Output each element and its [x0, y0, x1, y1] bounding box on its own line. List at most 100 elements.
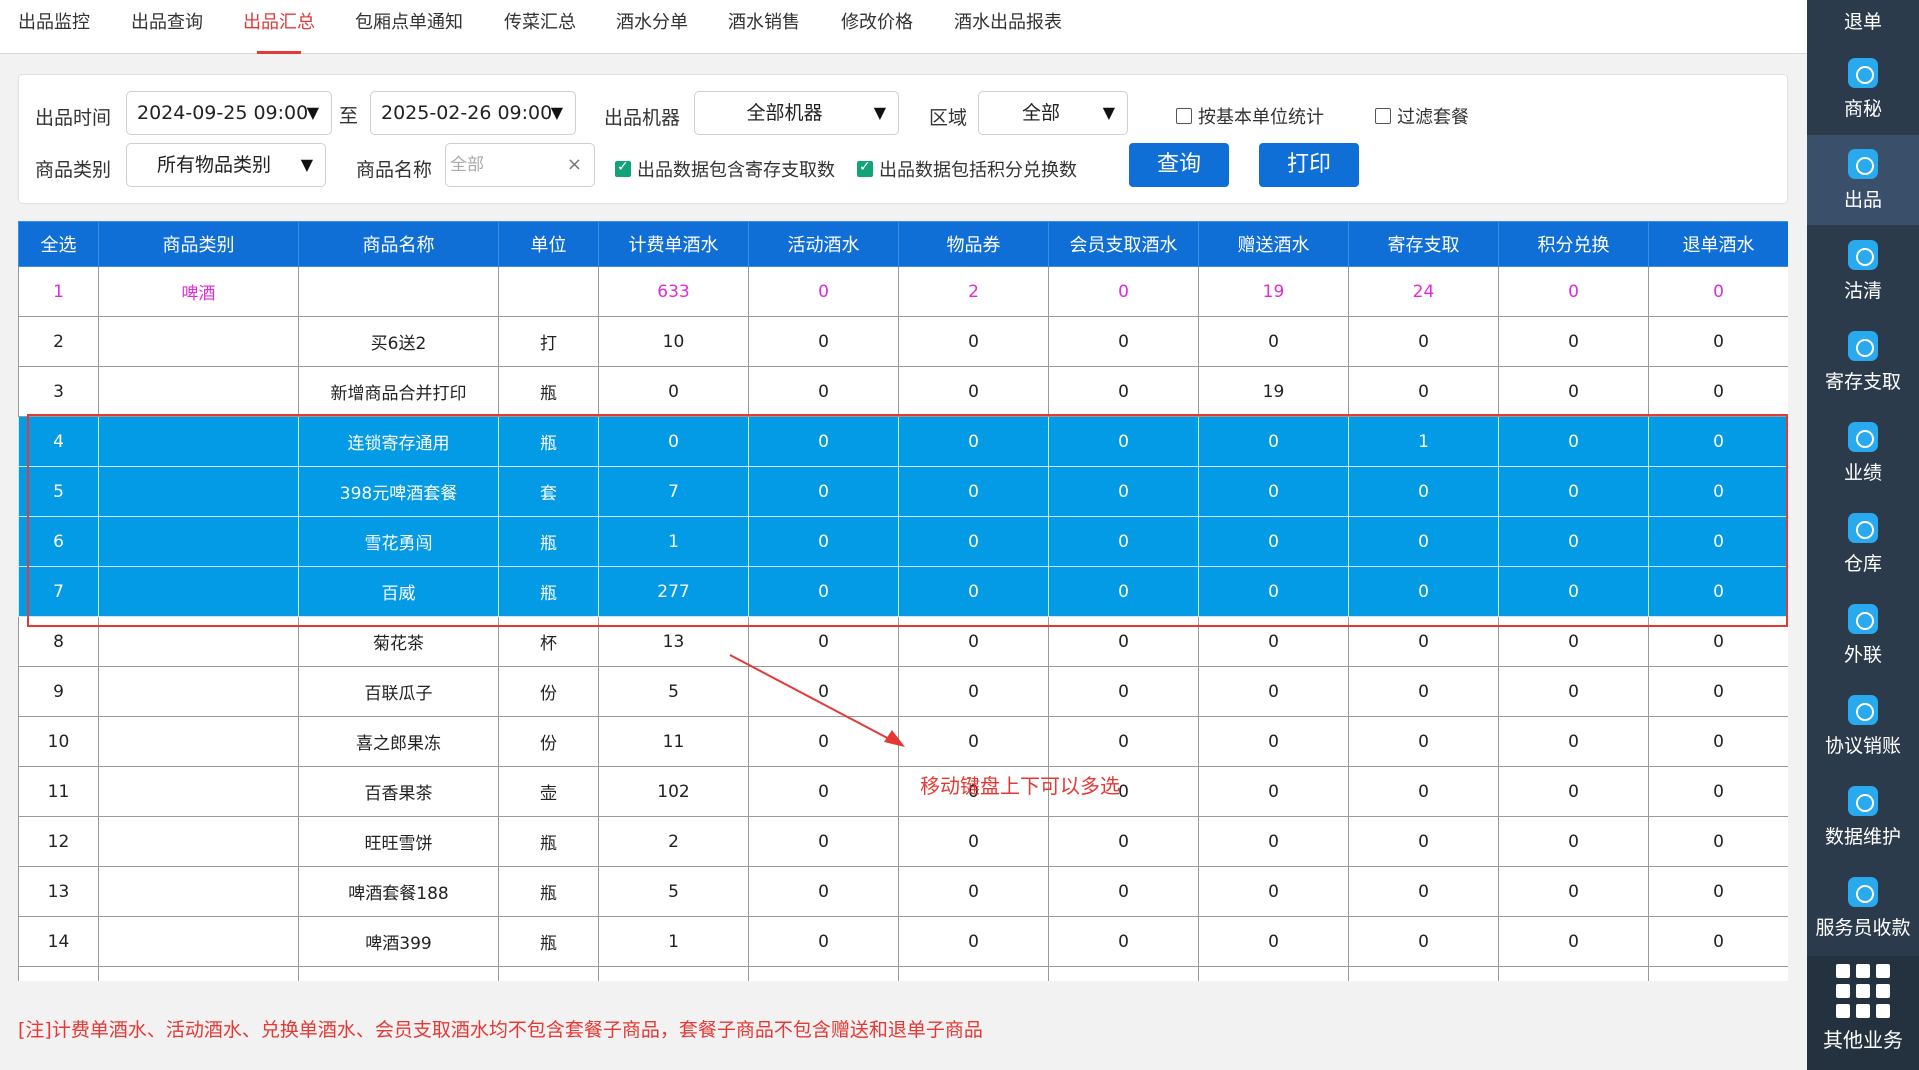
- table-row[interactable]: [18, 966, 1788, 981]
- table-cell: 0: [1498, 916, 1649, 967]
- tab-drink-split[interactable]: 酒水分单: [616, 0, 688, 54]
- table-cell: 0: [1048, 916, 1199, 967]
- sidebar-item[interactable]: 业绩: [1807, 408, 1919, 498]
- sidebar-item[interactable]: 仓库: [1807, 499, 1919, 589]
- table-row[interactable]: 6 雪花勇闯瓶 1 0 0 0 0 0 0 0: [18, 516, 1788, 567]
- table-cell: 0: [748, 666, 899, 717]
- tab-output-query[interactable]: 出品查询: [131, 0, 203, 54]
- table-row[interactable]: 9 百联瓜子份 5 0 0 0 0 0 0 0: [18, 666, 1788, 717]
- table-row[interactable]: 11 百香果茶壶 102 0 0 0 0 0 0 0: [18, 766, 1788, 817]
- basic-unit-label: 按基本单位统计: [1198, 107, 1324, 128]
- table-row[interactable]: 5 398元啤酒套餐套 7 0 0 0 0 0 0 0: [18, 466, 1788, 517]
- tab-dish-summary[interactable]: 传菜汇总: [504, 0, 576, 54]
- sidebar-more-business[interactable]: 其他业务: [1807, 956, 1919, 1070]
- column-header: 寄存支取: [1348, 221, 1499, 267]
- table-cell: 10: [18, 716, 99, 767]
- table-row[interactable]: 12 旺旺雪饼瓶 2 0 0 0 0 0 0 0: [18, 816, 1788, 867]
- sidebar-item-label: 数据维护: [1824, 826, 1901, 848]
- basic-unit-checkbox[interactable]: 按基本单位统计: [1176, 103, 1324, 129]
- include-points-checkbox[interactable]: 出品数据包括积分兑换数: [857, 156, 1077, 182]
- table-cell: 0: [1348, 816, 1499, 867]
- table-cell: 0: [1348, 366, 1499, 417]
- category-select[interactable]: 所有物品类别 ▼: [126, 143, 326, 187]
- table-cell: 24: [1348, 266, 1499, 317]
- table-cell: 0: [1498, 316, 1649, 367]
- table-body: 1 啤酒 633 0 2 0 19 24 0 0 2 买6送2 打 10 0 0 0 0 0 0 0 3 新增商品合并打印瓶…: [18, 266, 1788, 981]
- table-row[interactable]: 2 买6送2 打 10 0 0 0 0 0 0 0: [18, 316, 1788, 367]
- table-cell: 6: [18, 516, 99, 567]
- select-all-header[interactable]: 全选: [18, 221, 99, 267]
- table-cell: 0: [1048, 466, 1199, 517]
- sidebar-item[interactable]: 外联: [1807, 590, 1919, 680]
- end-time-select[interactable]: 2025-02-26 09:00 ▼: [370, 91, 576, 135]
- tab-room-order-notice[interactable]: 包厢点单通知: [355, 0, 463, 54]
- table-cell: 0: [1348, 866, 1499, 917]
- table-cell: 0: [1498, 516, 1649, 567]
- table-row[interactable]: 1 啤酒 633 0 2 0 19 24 0 0: [18, 266, 1788, 317]
- category-value: 所有物品类别: [156, 154, 271, 176]
- table-cell: 0: [1648, 366, 1788, 417]
- clear-icon[interactable]: ×: [567, 144, 582, 186]
- table-cell: [298, 966, 499, 981]
- table-row[interactable]: 8 菊花茶杯 13 0 0 0 0 0 0 0: [18, 616, 1788, 667]
- print-button[interactable]: 打印: [1259, 143, 1359, 187]
- table-row[interactable]: 13 啤酒套餐188 瓶 5 0 0 0 0 0 0 0: [18, 866, 1788, 917]
- table-cell: 0: [1648, 316, 1788, 367]
- sidebar-item-label: 商秘: [1843, 98, 1882, 120]
- sidebar-item[interactable]: 出品: [1807, 135, 1919, 225]
- tab-output-monitor[interactable]: 出品监控: [18, 0, 90, 54]
- table-row[interactable]: 14 啤酒399 瓶 1 0 0 0 0 0 0 0: [18, 916, 1788, 967]
- machine-select[interactable]: 全部机器 ▼: [694, 91, 899, 135]
- table-cell: 0: [1648, 616, 1788, 667]
- table-cell: 11: [18, 766, 99, 817]
- table-cell: 瓶: [498, 366, 599, 417]
- table-cell: 喜之郎果冻: [298, 716, 499, 767]
- sidebar-refund[interactable]: 退单: [1807, 0, 1919, 44]
- table-row[interactable]: 3 新增商品合并打印瓶 0 0 0 0 19 0 0 0: [18, 366, 1788, 417]
- table-cell: 0: [1198, 516, 1349, 567]
- sidebar-item[interactable]: 寄存支取: [1807, 317, 1919, 407]
- top-tab-bar: 出品监控 出品查询 出品汇总 包厢点单通知 传菜汇总 酒水分单 酒水销售 修改价…: [0, 0, 1807, 54]
- table-row[interactable]: 10 喜之郎果冻份 11 0 0 0 0 0 0 0: [18, 716, 1788, 767]
- table-cell: 0: [1498, 366, 1649, 417]
- product-name-input[interactable]: 全部 ×: [445, 143, 595, 187]
- table-cell: 0: [1198, 616, 1349, 667]
- column-header: 赠送酒水: [1198, 221, 1349, 267]
- column-header: 积分兑换: [1498, 221, 1649, 267]
- area-select[interactable]: 全部 ▼: [978, 91, 1128, 135]
- table-cell: 0: [1198, 716, 1349, 767]
- download-icon: [1848, 58, 1878, 88]
- sidebar-item[interactable]: 协议销账: [1807, 681, 1919, 771]
- table-cell: 0: [1198, 466, 1349, 517]
- tab-drink-output-report[interactable]: 酒水出品报表: [954, 0, 1062, 54]
- filter-combo-checkbox[interactable]: 过滤套餐: [1375, 103, 1469, 129]
- sidebar-item[interactable]: 数据维护: [1807, 772, 1919, 862]
- output-time-label: 出品时间: [35, 107, 112, 129]
- tab-output-summary[interactable]: 出品汇总: [243, 0, 315, 54]
- chevron-down-icon: ▼: [873, 103, 886, 122]
- table-row[interactable]: 7 百威瓶 277 0 0 0 0 0 0 0: [18, 566, 1788, 617]
- table-cell: 0: [898, 716, 1049, 767]
- sidebar-item[interactable]: 沽清: [1807, 226, 1919, 316]
- sidebar-item[interactable]: 商秘: [1807, 44, 1919, 134]
- sidebar-item[interactable]: 服务员收款: [1807, 863, 1919, 953]
- table-cell: 0: [1048, 266, 1199, 317]
- table-cell: 0: [1048, 816, 1199, 867]
- table-cell: 0: [1198, 666, 1349, 717]
- sidebar-item-label: 协议销账: [1824, 735, 1901, 757]
- include-deposit-checkbox[interactable]: 出品数据包含寄存支取数: [615, 156, 835, 182]
- sidebar-item-label: 寄存支取: [1824, 371, 1901, 393]
- area-value: 全部: [1021, 102, 1060, 124]
- table-cell: 12: [18, 816, 99, 867]
- tab-modify-price[interactable]: 修改价格: [841, 0, 913, 54]
- table-cell: 0: [1498, 666, 1649, 717]
- start-time-select[interactable]: 2024-09-25 09:00 ▼: [126, 91, 332, 135]
- start-time-value: 2024-09-25 09:00: [137, 102, 309, 124]
- query-button[interactable]: 查询: [1129, 143, 1229, 187]
- table-cell: 0: [1348, 666, 1499, 717]
- table-row[interactable]: 4 连锁寄存通用瓶 0 0 0 0 0 1 0 0: [18, 416, 1788, 467]
- table-cell: 0: [748, 816, 899, 867]
- grid-apps-icon: [1836, 964, 1890, 1018]
- tab-drink-sales[interactable]: 酒水销售: [728, 0, 800, 54]
- table-cell: 7: [598, 466, 749, 517]
